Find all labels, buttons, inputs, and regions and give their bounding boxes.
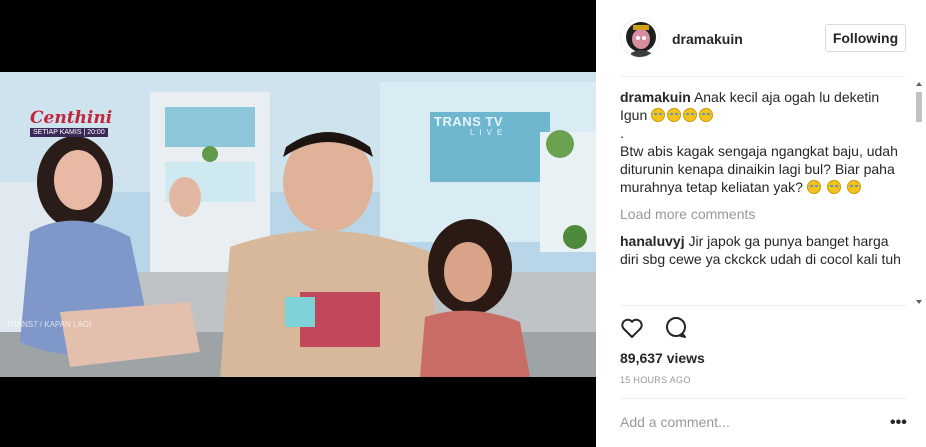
emoji-group-1 xyxy=(651,107,715,123)
post-author-username[interactable]: dramakuin xyxy=(672,31,743,47)
post-header: dramakuin Following xyxy=(596,0,926,76)
laughing-emoji-icon xyxy=(683,108,698,122)
video-watermark: TRANS7 / KAPAN LAGI xyxy=(6,320,92,329)
post-media[interactable]: Centhini SETIAP KAMIS | 20:00 TRANS TV L… xyxy=(0,0,596,447)
actions-divider xyxy=(620,305,906,306)
post-side-panel: dramakuin Following dramakuin Anak kecil… xyxy=(596,0,926,447)
laughing-emoji-icon xyxy=(826,180,841,194)
show-subtitle: SETIAP KAMIS | 20:00 xyxy=(30,128,108,137)
comment-bubble-icon[interactable] xyxy=(662,314,690,342)
show-logo: Centhini xyxy=(30,108,113,128)
scroll-down-arrow-icon[interactable] xyxy=(916,300,922,304)
more-options-icon[interactable]: ••• xyxy=(890,414,907,432)
video-player[interactable]: Centhini SETIAP KAMIS | 20:00 TRANS TV L… xyxy=(0,72,596,377)
comment-item: hanaluvyj Jir japok ga punya banget harg… xyxy=(620,232,910,268)
avatar[interactable] xyxy=(620,18,660,58)
laughing-emoji-icon xyxy=(806,180,821,194)
post-actions xyxy=(618,314,702,344)
laughing-emoji-icon xyxy=(699,108,714,122)
scroll-thumb[interactable] xyxy=(916,92,922,122)
following-button[interactable]: Following xyxy=(825,24,906,52)
load-more-comments-link[interactable]: Load more comments xyxy=(620,206,910,222)
add-comment-divider xyxy=(620,398,906,399)
caption-line-2: Btw abis kagak sengaja ngangkat baju, ud… xyxy=(620,142,910,196)
laughing-emoji-icon xyxy=(651,108,666,122)
heart-icon[interactable] xyxy=(618,314,646,342)
caption-dot: . xyxy=(620,125,624,141)
caption: dramakuin Anak kecil aja ogah lu deketin… xyxy=(620,88,910,196)
caption-username[interactable]: dramakuin xyxy=(620,89,691,105)
header-divider xyxy=(620,76,906,77)
post-timestamp[interactable]: 15 HOURS AGO xyxy=(620,375,691,385)
channel-logo: TRANS TV xyxy=(434,114,503,129)
channel-live-label: LIVE xyxy=(470,128,508,137)
scroll-up-arrow-icon[interactable] xyxy=(916,82,922,86)
laughing-emoji-icon xyxy=(667,108,682,122)
comment-username[interactable]: hanaluvyj xyxy=(620,233,685,249)
avatar-image xyxy=(621,19,659,57)
comments-scrollbar[interactable] xyxy=(915,80,923,306)
view-count[interactable]: 89,637 views xyxy=(620,350,705,366)
comments-list[interactable]: dramakuin Anak kecil aja ogah lu deketin… xyxy=(620,88,910,302)
laughing-emoji-icon xyxy=(846,180,861,194)
add-comment-input[interactable]: Add a comment... xyxy=(620,414,730,430)
